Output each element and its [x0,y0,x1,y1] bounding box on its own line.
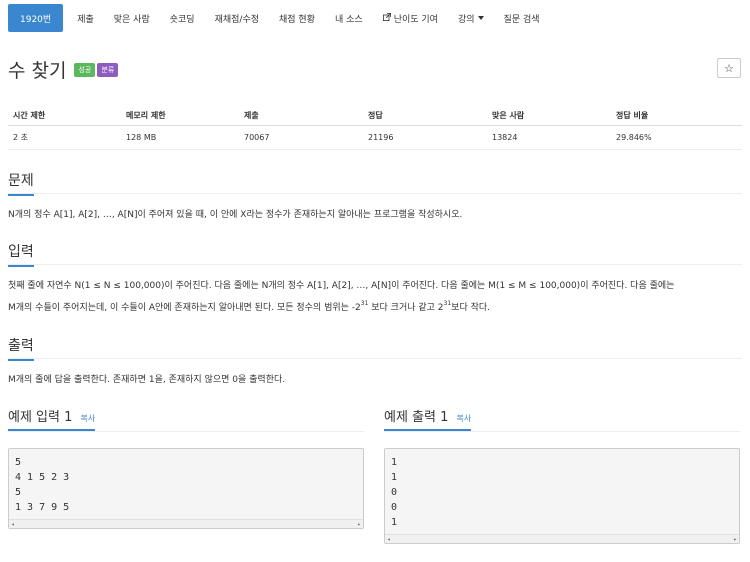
page-title: 수 찾기 [8,60,67,82]
status-badge-success: 성공 [74,62,96,77]
nav-item-problem-number[interactable]: 1920번 [8,4,64,32]
table-cell: 70067 [244,133,270,142]
divider [384,431,740,432]
nav-label: 내 소스 [335,14,363,25]
section-header: 예제 입력 1 복사 [8,406,364,432]
nav-item-solved-users[interactable]: 맞은 사람 [104,0,160,36]
nav-item-my-source[interactable]: 내 소스 [325,0,373,36]
text-fragment: 보다 크거나 같고 2 [368,303,444,313]
sample-output-title: 예제 출력 1 복사 [384,406,472,431]
table-cell: 13824 [492,133,518,142]
table-header: 메모리 제한 [126,111,166,120]
divider [8,358,742,359]
table-cell: 29.846% [616,133,652,142]
sample-output-panel: 예제 출력 1 복사 1 1 0 0 1 ◂ ▸ [384,406,740,544]
table-header: 시간 제한 [13,111,46,120]
table-header: 정답 비율 [616,111,649,120]
section-header: 출력 [8,335,742,361]
nav-item-lecture-dropdown[interactable]: 강의 [448,0,494,36]
table-header-row: 시간 제한 메모리 제한 제출 정답 맞은 사람 정답 비율 [8,106,742,126]
category-badge[interactable]: 분류 [97,62,119,77]
table-cell: 21196 [368,133,394,142]
code-line: 1 [391,517,398,528]
sample-title-text: 예제 입력 1 [8,410,73,425]
external-link-icon [382,13,391,23]
code-line: 5 [15,487,22,498]
nav-item-short-coding[interactable]: 숏코딩 [160,0,205,36]
nav-label: 1920번 [20,14,52,25]
scroll-left-icon[interactable]: ◂ [387,532,391,547]
code-line: 5 [15,457,22,468]
table-cell: 2 초 [13,133,28,142]
divider [8,264,742,265]
horizontal-scrollbar[interactable]: ◂ ▸ [385,534,739,543]
divider [8,431,364,432]
input-text: 첫째 줄에 자연수 N(1 ≤ N ≤ 100,000)이 주어진다. 다음 줄… [8,277,742,317]
nav-label: 질문 검색 [503,14,540,25]
nav-label: 맞은 사람 [113,14,150,25]
nav-label: 숏코딩 [169,14,195,25]
section-header: 입력 [8,241,742,267]
nav-label: 채점 현황 [279,14,315,25]
nav-label: 재채점/수정 [214,14,260,25]
horizontal-scrollbar[interactable]: ◂ ▸ [9,519,363,528]
text-fragment: M개의 수들이 주어지는데, 이 수들이 A안에 존재하는지 알아내면 된다. … [8,303,361,313]
code-line: 0 [391,502,398,513]
copy-output-button[interactable]: 복사 [457,414,472,423]
table-header: 정답 [368,111,383,120]
code-line: 1 3 7 9 5 [15,502,70,513]
scroll-right-icon[interactable]: ▸ [733,532,737,547]
nav-label: 난이도 기여 [393,14,438,25]
sample-input-panel: 예제 입력 1 복사 5 4 1 5 2 3 5 1 3 7 9 5 ◂ ▸ [8,406,364,529]
code-line: 1 [391,457,398,468]
output-text: M개의 줄에 답을 출력한다. 존재하면 1을, 존재하지 않으면 0을 출력한… [8,375,286,385]
code-line: 1 [391,472,398,483]
nav-item-question-search[interactable]: 질문 검색 [494,0,550,36]
nav-label: 강의 [457,14,475,25]
input-text-line: 첫째 줄에 자연수 N(1 ≤ N ≤ 100,000)이 주어진다. 다음 줄… [8,281,675,291]
problem-title-row: 수 찾기 성공 분류 [8,56,119,83]
sample-title-text: 예제 출력 1 [384,410,449,425]
star-button[interactable]: ☆ [717,58,741,78]
problem-info-table: 시간 제한 메모리 제한 제출 정답 맞은 사람 정답 비율 2 초 128 M… [8,106,742,150]
scroll-left-icon[interactable]: ◂ [11,517,15,532]
problem-text: N개의 정수 A[1], A[2], …, A[N]이 주어져 있을 때, 이 … [8,210,463,220]
nav-item-submit[interactable]: 제출 [67,0,104,36]
star-icon: ☆ [724,61,734,75]
code-line: 4 1 5 2 3 [15,472,70,483]
sample-output-code[interactable]: 1 1 0 0 1 ◂ ▸ [384,448,740,544]
table-row: 2 초 128 MB 70067 21196 13824 29.846% [8,126,742,150]
caret-down-icon [477,16,484,20]
nav-item-difficulty[interactable]: 난이도 기여 [373,0,448,36]
table-header: 제출 [244,111,259,120]
output-section: 출력 M개의 줄에 답을 출력한다. 존재하면 1을, 존재하지 않으면 0을 … [8,335,742,389]
divider [8,193,742,194]
copy-input-button[interactable]: 복사 [81,414,96,423]
code-line: 0 [391,487,398,498]
section-header: 예제 출력 1 복사 [384,406,740,432]
text-fragment: 보다 작다. [451,303,491,313]
table-header: 맞은 사람 [492,111,525,120]
scroll-right-icon[interactable]: ▸ [357,517,361,532]
nav-item-status[interactable]: 채점 현황 [269,0,325,36]
sample-input-title: 예제 입력 1 복사 [8,406,96,431]
problem-nav: 1920번 제출 맞은 사람 숏코딩 재채점/수정 채점 현황 내 소스 난이도… [0,0,750,36]
problem-description-section: 문제 N개의 정수 A[1], A[2], …, A[N]이 주어져 있을 때,… [8,170,742,224]
sample-input-code[interactable]: 5 4 1 5 2 3 5 1 3 7 9 5 ◂ ▸ [8,448,364,529]
table-cell: 128 MB [126,133,157,142]
section-header: 문제 [8,170,742,196]
nav-label: 제출 [77,14,94,25]
input-section: 입력 첫째 줄에 자연수 N(1 ≤ N ≤ 100,000)이 주어진다. 다… [8,241,742,317]
input-text-line: M개의 수들이 주어지는데, 이 수들이 A안에 존재하는지 알아내면 된다. … [8,295,742,317]
nav-item-rejudge[interactable]: 재채점/수정 [205,0,269,36]
